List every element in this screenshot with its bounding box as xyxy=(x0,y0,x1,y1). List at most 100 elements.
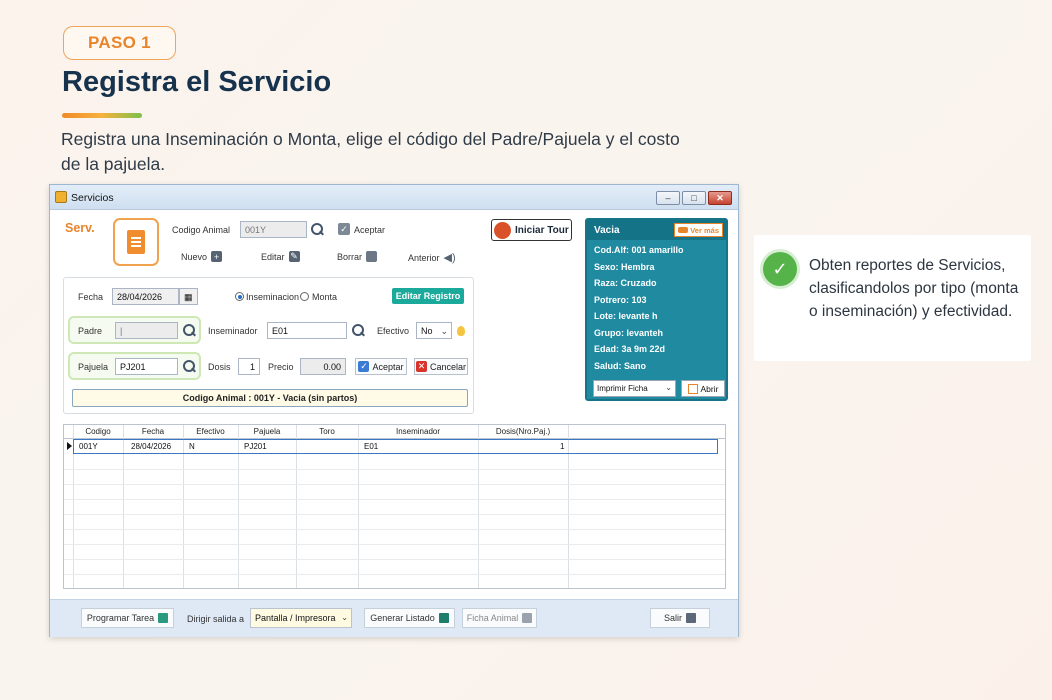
info-lote: Lote: levante h xyxy=(594,311,658,321)
window-title: Servicios xyxy=(71,192,114,204)
cell-pajuela: PJ201 xyxy=(244,442,267,451)
eraser-icon xyxy=(366,251,378,262)
info-raza: Raza: Cruzado xyxy=(594,278,657,288)
info-panel-header: Vacia Ver más xyxy=(587,220,726,240)
feature-card: ✓ Obten reportes de Servicios, clasifica… xyxy=(754,235,1031,361)
imprimir-ficha-value: Imprimir Ficha xyxy=(597,384,648,393)
codigo-animal-field[interactable]: 001Y xyxy=(240,221,307,238)
editar-registro-button[interactable]: Editar Registro xyxy=(392,288,464,304)
page-title: Registra el Servicio xyxy=(62,66,332,98)
minimize-button[interactable]: – xyxy=(656,191,680,205)
pajuela-label: Pajuela xyxy=(78,362,109,372)
cell-inseminador: E01 xyxy=(364,442,379,451)
iniciar-tour-button[interactable]: Iniciar Tour xyxy=(491,219,572,241)
abrir-label: Abrir xyxy=(700,383,719,394)
col-efectivo: Efectivo xyxy=(196,427,225,436)
inseminador-field[interactable]: E01 xyxy=(267,322,347,339)
imprimir-ficha-select[interactable]: Imprimir Ficha ⌄ xyxy=(593,380,676,397)
nuevo-label: Nuevo xyxy=(181,251,208,262)
precio-label: Precio xyxy=(268,362,294,372)
document-icon xyxy=(113,218,159,266)
dosis-field[interactable]: 1 xyxy=(238,358,260,375)
grid-header: Codigo Fecha Efectivo Pajuela Toro Insem… xyxy=(64,425,725,439)
borrar-button[interactable]: Borrar xyxy=(337,251,378,262)
plus-icon: + xyxy=(211,251,223,262)
form-aceptar-button[interactable]: ✓ Aceptar xyxy=(355,358,407,375)
info-sexo: Sexo: Hembra xyxy=(594,262,655,272)
bottom-toolbar: Programar Tarea Dirigir salida a Pantall… xyxy=(50,599,738,637)
inseminacion-label: Inseminacion xyxy=(246,292,300,302)
inseminador-search-icon[interactable] xyxy=(352,324,365,337)
speaker-icon: ◀) xyxy=(443,252,456,264)
x-icon: ✕ xyxy=(415,361,427,372)
search-icon[interactable] xyxy=(311,223,324,236)
step-badge: PASO 1 xyxy=(63,26,176,60)
padre-field[interactable]: | xyxy=(115,322,178,339)
pajuela-field[interactable]: PJ201 xyxy=(115,358,178,375)
anterior-label: Anterior xyxy=(408,252,440,263)
page-description: Registra una Inseminación o Monta, elige… xyxy=(61,129,680,174)
aceptar-checkbox[interactable]: ✓ xyxy=(338,223,350,235)
serv-label: Serv. xyxy=(65,221,95,235)
cow-icon xyxy=(522,613,533,623)
title-underline xyxy=(62,113,142,118)
salida-value: Pantalla / Impresora xyxy=(255,613,336,623)
fecha-label: Fecha xyxy=(78,292,104,302)
edit-icon: ✎ xyxy=(288,251,300,262)
ver-mas-label: Ver más xyxy=(690,225,719,235)
row-pointer-icon xyxy=(67,442,72,450)
table-icon xyxy=(158,613,169,623)
lightbulb-icon xyxy=(457,326,465,336)
calendar-icon[interactable]: ▦ xyxy=(179,288,198,305)
window-titlebar: Servicios – □ ✕ xyxy=(50,185,738,210)
info-potrero: Potrero: 103 xyxy=(594,295,647,305)
monta-radio[interactable] xyxy=(300,292,309,301)
editar-button[interactable]: Editar ✎ xyxy=(261,251,300,262)
cow-icon xyxy=(678,227,689,233)
fecha-field[interactable]: 28/04/2026 xyxy=(112,288,179,305)
chevron-down-icon: ⌄ xyxy=(341,613,348,622)
ver-mas-button[interactable]: Ver más xyxy=(674,223,723,237)
efectivo-select[interactable]: No ⌄ xyxy=(416,322,452,339)
dosis-label: Dosis xyxy=(208,362,231,372)
editar-label: Editar xyxy=(261,251,285,262)
col-pajuela: Pajuela xyxy=(253,427,281,436)
nuevo-button[interactable]: Nuevo + xyxy=(181,251,223,262)
close-button[interactable]: ✕ xyxy=(708,191,732,205)
info-salud: Salud: Sano xyxy=(594,361,647,371)
info-edad: Edad: 3a 9m 22d xyxy=(594,344,666,354)
external-link-icon xyxy=(687,383,698,394)
cancelar-button[interactable]: ✕ Cancelar xyxy=(414,358,468,375)
salir-button[interactable]: Salir xyxy=(650,608,710,628)
cell-fecha: 28/04/2026 xyxy=(131,442,172,451)
col-dosis: Dosis(Nro.Paj.) xyxy=(495,427,551,436)
maximize-button[interactable]: □ xyxy=(682,191,706,205)
cell-dosis: 1 xyxy=(560,442,565,451)
salida-select[interactable]: Pantalla / Impresora ⌄ xyxy=(250,608,352,628)
codigo-animal-label: Codigo Animal xyxy=(172,225,231,235)
cell-codigo: 001Y xyxy=(79,442,98,451)
cell-efectivo: N xyxy=(189,442,195,451)
abrir-button[interactable]: Abrir xyxy=(681,380,725,397)
app-icon xyxy=(55,191,67,203)
ficha-animal-button[interactable]: Ficha Animal xyxy=(462,608,537,628)
padre-search-icon[interactable] xyxy=(183,324,196,337)
inseminador-label: Inseminador xyxy=(208,326,258,336)
chevron-down-icon: ⌄ xyxy=(665,383,672,392)
anterior-button[interactable]: Anterior ◀) xyxy=(408,251,456,264)
generar-listado-button[interactable]: Generar Listado xyxy=(364,608,455,628)
tour-icon xyxy=(494,221,511,239)
precio-field[interactable]: 0.00 xyxy=(300,358,346,375)
efectivo-value: No xyxy=(421,326,433,336)
pajuela-search-icon[interactable] xyxy=(183,360,196,373)
salir-label: Salir xyxy=(663,613,682,623)
col-toro: Toro xyxy=(319,427,335,436)
servicios-window: Servicios – □ ✕ Serv. Codigo Animal 001Y… xyxy=(49,184,739,637)
programar-tarea-button[interactable]: Programar Tarea xyxy=(81,608,174,628)
services-grid[interactable]: Codigo Fecha Efectivo Pajuela Toro Insem… xyxy=(63,424,726,589)
inseminacion-radio[interactable] xyxy=(235,292,244,301)
aceptar-label: Aceptar xyxy=(354,225,386,235)
efectivo-label: Efectivo xyxy=(377,326,410,336)
col-codigo: Codigo xyxy=(85,427,111,436)
exit-icon xyxy=(686,613,696,623)
